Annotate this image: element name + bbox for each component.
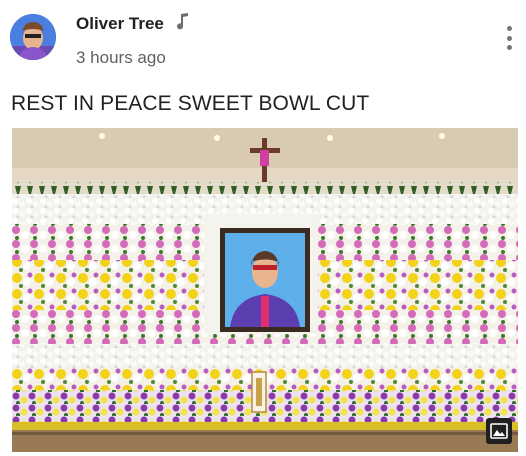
more-vertical-icon bbox=[506, 26, 512, 31]
author-name[interactable]: Oliver Tree bbox=[76, 14, 164, 34]
post-header: Oliver Tree 3 hours ago bbox=[0, 0, 526, 80]
post-text: REST IN PEACE SWEET BOWL CUT bbox=[11, 92, 370, 115]
avatar[interactable] bbox=[10, 14, 56, 60]
music-note-icon bbox=[177, 13, 188, 30]
post-timestamp: 3 hours ago bbox=[76, 48, 166, 67]
more-options-button[interactable] bbox=[500, 24, 518, 52]
image-icon[interactable] bbox=[486, 418, 512, 444]
post-image[interactable] bbox=[12, 128, 518, 452]
